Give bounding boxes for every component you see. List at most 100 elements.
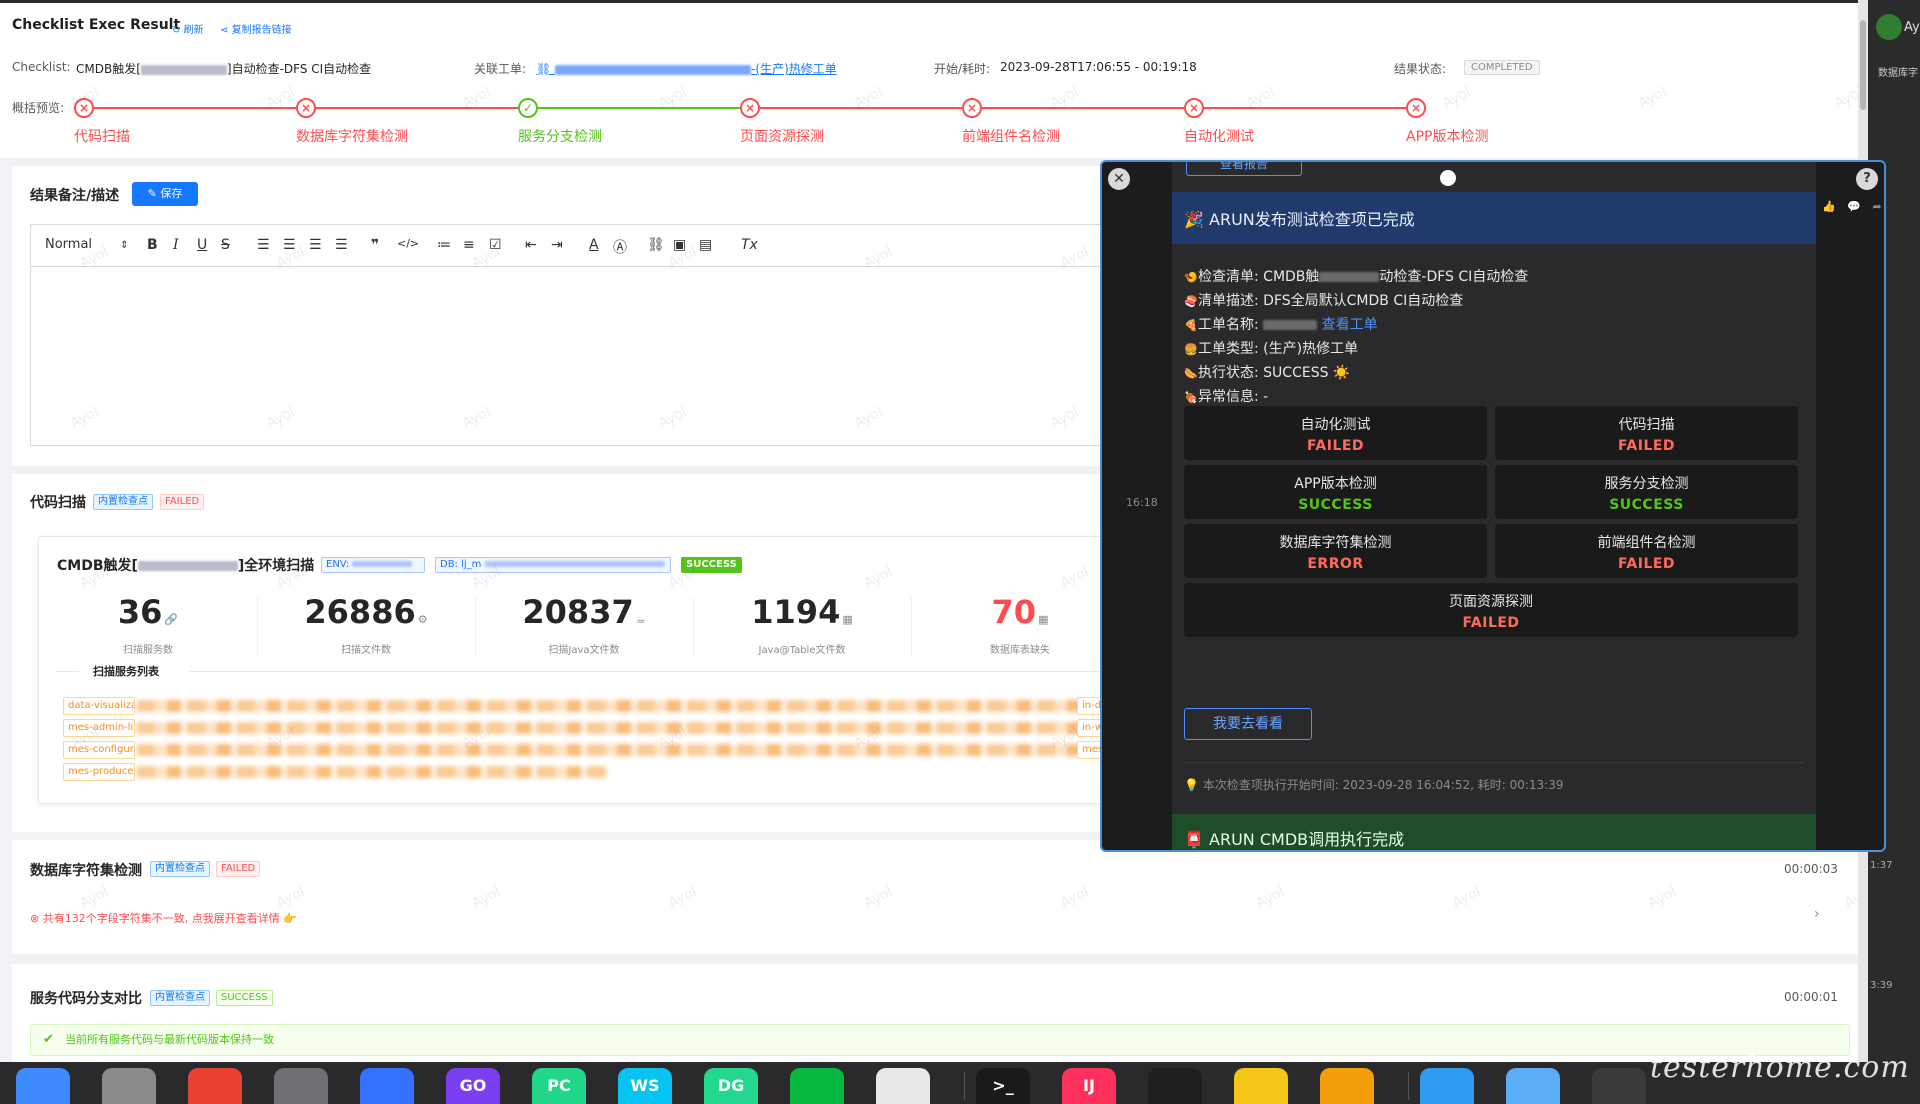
result-name: 代码扫描 bbox=[1618, 417, 1675, 433]
service-chip[interactable]: mes-configura bbox=[63, 741, 135, 759]
bullet-list-icon[interactable]: ≡ bbox=[463, 237, 475, 253]
service-chip[interactable]: data-visualizat bbox=[63, 697, 135, 715]
macos-dock: GO PC WS DG >_ IJ bbox=[0, 1062, 1920, 1104]
ordered-list-icon[interactable]: ≔ bbox=[437, 237, 451, 253]
scrollbar-thumb[interactable] bbox=[1860, 20, 1866, 110]
step-label[interactable]: 页面资源探测 bbox=[740, 126, 824, 146]
stat-value: 20837 ☕ bbox=[475, 593, 693, 631]
thumbs-up-icon[interactable]: 👍 bbox=[1822, 200, 1836, 213]
ticket-link[interactable]: ⛓ -(生产)热修工单 bbox=[536, 60, 837, 77]
quote-icon[interactable]: ❞ bbox=[371, 237, 379, 253]
wechat-icon[interactable] bbox=[790, 1068, 844, 1104]
settings-icon[interactable] bbox=[274, 1068, 328, 1104]
close-icon[interactable]: ✕ bbox=[1108, 168, 1130, 190]
window-preview-icon[interactable] bbox=[1592, 1068, 1646, 1104]
instruments-icon[interactable] bbox=[1320, 1068, 1374, 1104]
copy-report-link-button[interactable]: ⋖ 复制报告链接 bbox=[220, 21, 292, 36]
chevron-right-icon[interactable]: › bbox=[1814, 906, 1820, 922]
align-justify-icon[interactable]: ☰ bbox=[335, 237, 348, 253]
italic-icon[interactable]: I bbox=[173, 237, 179, 253]
stat-value-text: 20837 bbox=[522, 593, 634, 631]
image-icon[interactable]: ▣ bbox=[673, 237, 686, 253]
redacted-block bbox=[1319, 272, 1380, 282]
check-circle-icon[interactable]: ✓ bbox=[518, 98, 538, 118]
step-label[interactable]: 代码扫描 bbox=[74, 126, 130, 146]
vscode-icon[interactable] bbox=[1148, 1068, 1202, 1104]
service-chip[interactable]: mes-produce-p bbox=[63, 763, 135, 781]
close-circle-icon[interactable]: × bbox=[1406, 98, 1426, 118]
close-circle-icon[interactable]: × bbox=[74, 98, 94, 118]
strike-icon[interactable]: S bbox=[221, 237, 230, 253]
stat-value-text: 70 bbox=[991, 593, 1037, 631]
remark-editor[interactable] bbox=[30, 266, 1130, 446]
go-look-button[interactable]: 我要去看看 bbox=[1184, 708, 1312, 740]
folder-icon[interactable] bbox=[1420, 1068, 1474, 1104]
lightbulb-icon: 💡 bbox=[1184, 778, 1199, 792]
finder-icon[interactable] bbox=[16, 1068, 70, 1104]
link-icon[interactable]: ⛓ bbox=[647, 237, 665, 253]
view-report-button[interactable]: 查看报告 bbox=[1186, 162, 1302, 176]
step-label[interactable]: APP版本检测 bbox=[1406, 126, 1488, 146]
drag-handle[interactable] bbox=[1440, 170, 1456, 186]
background-color-icon[interactable]: Ⓐ bbox=[613, 237, 627, 257]
view-ticket-link[interactable]: 查看工单 bbox=[1322, 317, 1378, 333]
error-icon: ⊗ bbox=[30, 912, 43, 925]
code-icon[interactable]: </> bbox=[397, 237, 419, 250]
align-center-icon[interactable]: ☰ bbox=[283, 237, 296, 253]
chrome-canary-icon[interactable] bbox=[1234, 1068, 1288, 1104]
align-left-icon[interactable]: ☰ bbox=[257, 237, 270, 253]
pycharm-icon[interactable]: PC bbox=[532, 1068, 586, 1104]
close-circle-icon[interactable]: × bbox=[740, 98, 760, 118]
food-icon: 🍔 bbox=[1184, 343, 1198, 356]
service-chip[interactable]: mes-admin-lite bbox=[63, 719, 135, 737]
step-label[interactable]: 前端组件名检测 bbox=[962, 126, 1060, 146]
underline-icon[interactable]: U bbox=[197, 237, 207, 253]
outdent-icon[interactable]: ⇤ bbox=[525, 237, 537, 253]
launchpad-icon[interactable] bbox=[102, 1068, 156, 1104]
align-right-icon[interactable]: ☰ bbox=[309, 237, 322, 253]
folder-icon-2[interactable] bbox=[1506, 1068, 1560, 1104]
scan-status-badge: SUCCESS bbox=[681, 557, 742, 573]
redacted-block bbox=[137, 561, 238, 571]
message-header: 🎉 ARUN发布测试检查项已完成 bbox=[1172, 192, 1816, 244]
step-label[interactable]: 服务分支检测 bbox=[518, 126, 602, 146]
stat-value-text: 26886 bbox=[304, 593, 416, 631]
result-cell: 服务分支检测 SUCCESS bbox=[1495, 465, 1798, 519]
intellij-icon[interactable]: IJ bbox=[1062, 1068, 1116, 1104]
feishu-icon[interactable] bbox=[360, 1068, 414, 1104]
step-label[interactable]: 数据库字符集检测 bbox=[296, 126, 408, 146]
help-icon[interactable]: ? bbox=[1856, 168, 1878, 190]
stat-label: 数据库表缺失 bbox=[990, 645, 1050, 656]
result-name: 服务分支检测 bbox=[1604, 476, 1689, 492]
refresh-button[interactable]: ↻ 刷新 bbox=[172, 21, 204, 36]
result-cell: 自动化测试 FAILED bbox=[1184, 406, 1487, 460]
comment-icon[interactable]: 💬 bbox=[1847, 200, 1861, 213]
stat-value: 36 🔗 bbox=[39, 593, 257, 631]
close-circle-icon[interactable]: × bbox=[296, 98, 316, 118]
bold-icon[interactable]: B bbox=[147, 237, 158, 253]
close-circle-icon[interactable]: × bbox=[1184, 98, 1204, 118]
goland-icon[interactable]: GO bbox=[446, 1068, 500, 1104]
env-label: ENV: bbox=[326, 559, 353, 570]
step-label[interactable]: 自动化测试 bbox=[1184, 126, 1254, 146]
save-button[interactable]: ✎ 保存 bbox=[132, 182, 198, 206]
webstorm-icon[interactable]: WS bbox=[618, 1068, 672, 1104]
font-color-icon[interactable]: A bbox=[589, 237, 599, 253]
chrome-icon[interactable] bbox=[188, 1068, 242, 1104]
env-tag: ENV: bbox=[321, 557, 425, 573]
charset-expand-link[interactable]: ⊗ 共有132个字段字符集不一致, 点我展开查看详情 👉 bbox=[30, 910, 297, 926]
forward-icon[interactable]: ➦ bbox=[1872, 200, 1881, 213]
video-icon[interactable]: ▤ bbox=[699, 237, 712, 253]
app-icon[interactable] bbox=[876, 1068, 930, 1104]
datagrip-icon[interactable]: DG bbox=[704, 1068, 758, 1104]
heading-select[interactable]: Normal ⇕ bbox=[45, 237, 129, 252]
close-circle-icon[interactable]: × bbox=[962, 98, 982, 118]
dock-icon-label: GO bbox=[459, 1076, 487, 1095]
checklist-icon[interactable]: ☑ bbox=[489, 237, 502, 253]
clear-format-icon[interactable]: Tx bbox=[741, 237, 758, 253]
divider bbox=[55, 671, 79, 672]
stat-item: 36 🔗 扫描服务数 bbox=[39, 593, 257, 656]
indent-icon[interactable]: ⇥ bbox=[551, 237, 563, 253]
terminal-icon[interactable]: >_ bbox=[976, 1068, 1030, 1104]
dock-icon-label: WS bbox=[630, 1076, 660, 1095]
